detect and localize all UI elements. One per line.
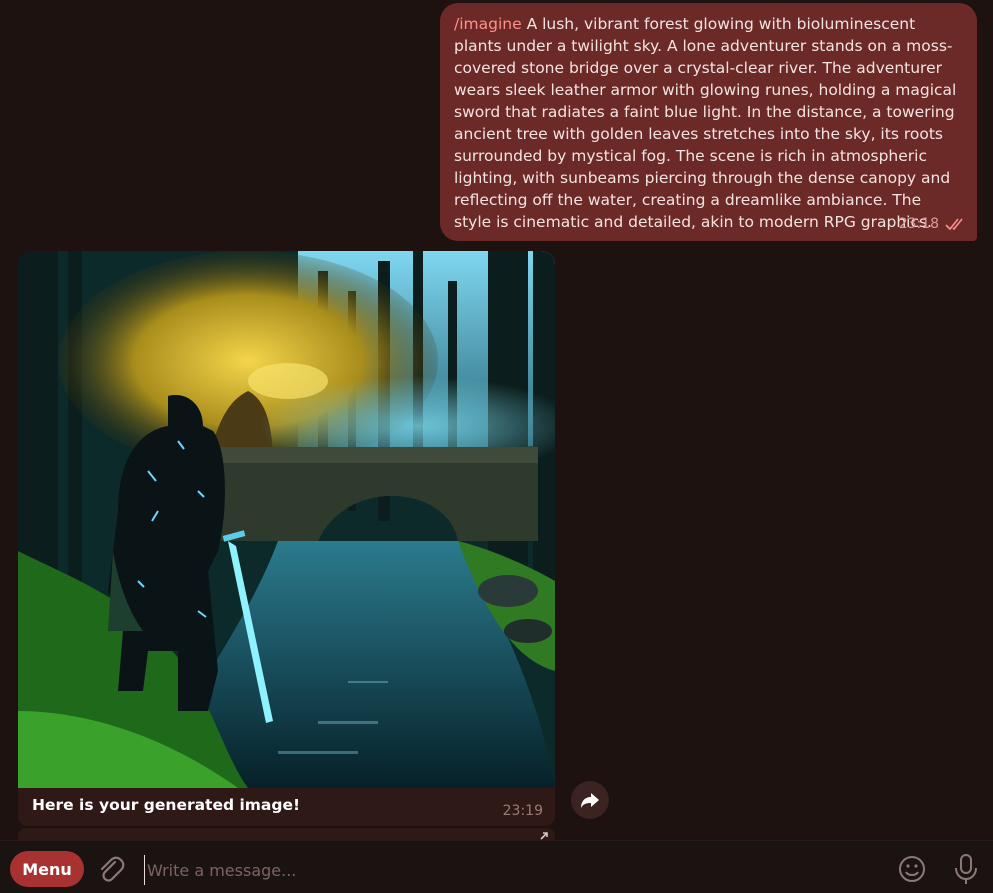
command-link[interactable]: /imagine bbox=[454, 15, 522, 33]
caption-text: Here is your generated image! bbox=[32, 796, 301, 814]
message-meta: 23:18 bbox=[899, 213, 967, 235]
message-text: A lush, vibrant forest glowing with biol… bbox=[454, 15, 957, 231]
message-time: 23:18 bbox=[898, 216, 939, 232]
microphone-icon[interactable] bbox=[953, 853, 979, 885]
image-caption: Here is your generated image! 23:19 bbox=[18, 788, 555, 826]
chat-area: /imagine A lush, vibrant forest glowing … bbox=[0, 0, 993, 840]
message-time: 23:19 bbox=[502, 803, 543, 819]
inline-keyboard-button[interactable] bbox=[18, 828, 555, 840]
message-composer: Menu bbox=[0, 840, 993, 893]
message-input[interactable] bbox=[144, 855, 849, 885]
share-button[interactable] bbox=[571, 781, 609, 819]
forward-icon bbox=[581, 793, 599, 808]
external-link-icon bbox=[540, 832, 548, 840]
emoji-icon[interactable] bbox=[897, 854, 927, 884]
outgoing-message[interactable]: /imagine A lush, vibrant forest glowing … bbox=[440, 3, 977, 241]
generated-image[interactable] bbox=[18, 251, 555, 788]
double-check-icon bbox=[945, 218, 963, 231]
paperclip-icon[interactable] bbox=[96, 855, 126, 885]
menu-button[interactable]: Menu bbox=[10, 851, 84, 887]
incoming-image-message: Here is your generated image! 23:19 bbox=[18, 251, 555, 826]
